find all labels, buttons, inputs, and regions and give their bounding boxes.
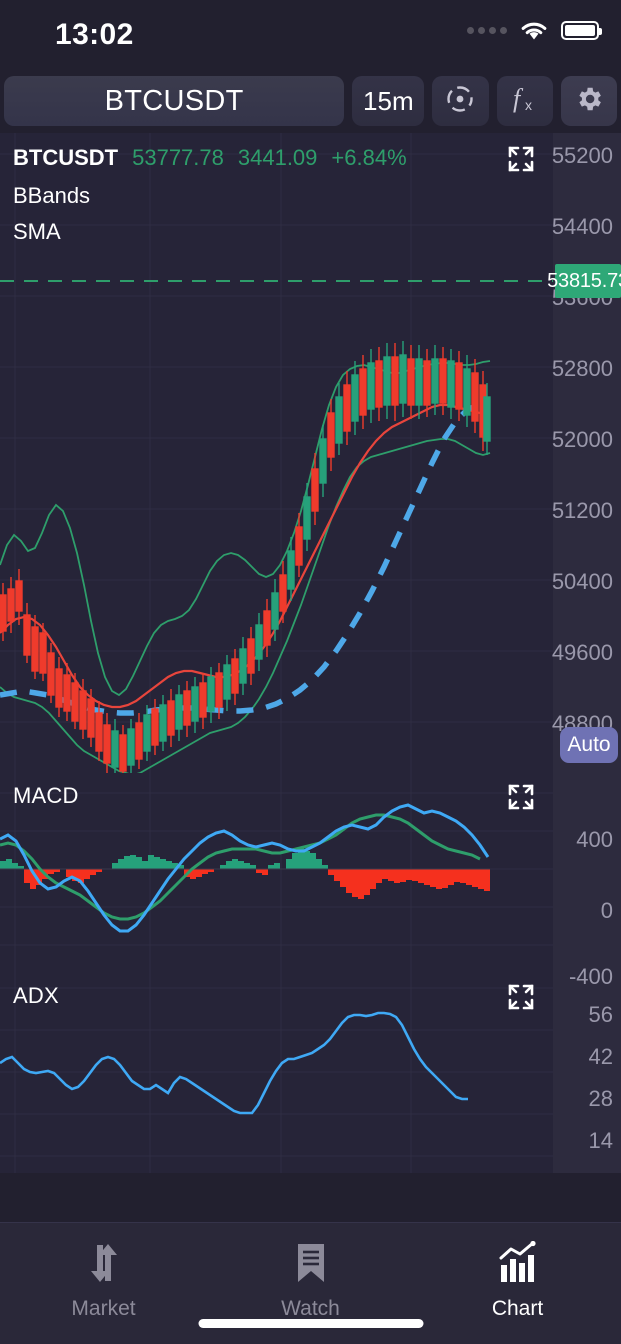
adx-tick-2: 28 [588, 1086, 613, 1111]
macd-tick-0: 400 [576, 827, 613, 852]
price-tick-1: 54400 [551, 214, 613, 239]
adx-tick-1: 42 [588, 1044, 613, 1069]
adx-title[interactable]: ADX [13, 983, 59, 1009]
price-chart-panel[interactable]: BTCUSDT 53777.78 3441.09 +6.84% BBands SMA [0, 133, 553, 881]
tab-watch[interactable]: Watch [207, 1241, 414, 1321]
bar-chart-icon [497, 1240, 539, 1290]
chart-area[interactable]: BTCUSDT 53777.78 3441.09 +6.84% BBands SMA [0, 133, 621, 1344]
symbol-label: BTCUSDT [104, 84, 244, 117]
status-indicators [467, 20, 602, 41]
legend-symbol: BTCUSDT [13, 145, 119, 170]
indicator-label-bbands[interactable]: BBands [13, 183, 90, 209]
expand-price-panel-icon[interactable] [505, 143, 537, 175]
price-tick-5: 51200 [551, 498, 613, 523]
macd-title[interactable]: MACD [13, 783, 79, 809]
battery-icon [561, 21, 602, 40]
svg-text:f: f [513, 84, 524, 113]
adx-tick-0: 56 [588, 1002, 613, 1027]
crosshair-target-button[interactable] [432, 76, 489, 126]
settings-button[interactable] [560, 76, 617, 126]
tab-watch-label: Watch [281, 1297, 340, 1320]
trading-app-screen: 13:02 BTCUSDT 15m f x BTCUSDT 53777.78 3… [0, 0, 621, 1344]
price-chart-svg [0, 133, 553, 881]
tab-market-label: Market [71, 1297, 136, 1320]
wifi-icon [520, 20, 548, 41]
price-tick-3: 52800 [551, 356, 613, 381]
adx-tick-3: 14 [588, 1128, 613, 1153]
tab-chart[interactable]: Chart [414, 1240, 621, 1321]
tab-market[interactable]: Market [0, 1241, 207, 1321]
macd-tick-2: -400 [568, 964, 613, 989]
bookmark-icon [293, 1241, 329, 1290]
macd-tick-1: 0 [600, 898, 613, 923]
legend-change-value: 3441.09 [237, 145, 318, 170]
current-price-tag: 53815.73 [547, 264, 621, 298]
chart-legend: BTCUSDT 53777.78 3441.09 +6.84% [13, 145, 407, 171]
function-fx-icon: f x [510, 83, 540, 120]
status-time: 13:02 [55, 18, 134, 51]
svg-text:x: x [525, 97, 532, 113]
signal-dots-icon [467, 27, 507, 34]
timeframe-label: 15m [363, 85, 414, 116]
bottom-tab-bar: Market Watch Chart [0, 1222, 621, 1344]
expand-macd-panel-icon[interactable] [505, 781, 537, 813]
adx-chart-svg [0, 973, 553, 1173]
legend-last-price: 53777.78 [132, 145, 224, 170]
auto-scale-button[interactable]: Auto [560, 727, 618, 763]
indicators-button[interactable]: f x [496, 76, 553, 126]
price-tick-0: 55200 [551, 143, 613, 168]
price-tick-4: 52000 [551, 427, 613, 452]
macd-chart-svg [0, 773, 553, 973]
arrows-up-down-icon [84, 1241, 124, 1290]
expand-adx-panel-icon[interactable] [505, 981, 537, 1013]
timeframe-button[interactable]: 15m [352, 76, 425, 126]
symbol-selector-button[interactable]: BTCUSDT [4, 76, 345, 126]
home-indicator [198, 1319, 423, 1328]
status-bar: 13:02 [0, 0, 621, 70]
indicator-label-sma[interactable]: SMA [13, 219, 61, 245]
right-axis-column[interactable]: 55200 54400 53600 52800 52000 51200 5040… [547, 133, 621, 1173]
gear-icon [574, 84, 604, 119]
legend-change-percent: +6.84% [331, 145, 407, 170]
price-tick-6: 50400 [551, 569, 613, 594]
chart-toolbar: BTCUSDT 15m f x [0, 72, 621, 130]
price-tick-7: 49600 [551, 640, 613, 665]
crosshair-target-icon [443, 82, 477, 121]
macd-panel[interactable]: MACD [0, 773, 553, 973]
tab-chart-label: Chart [491, 1297, 544, 1320]
adx-panel[interactable]: ADX [0, 973, 553, 1173]
